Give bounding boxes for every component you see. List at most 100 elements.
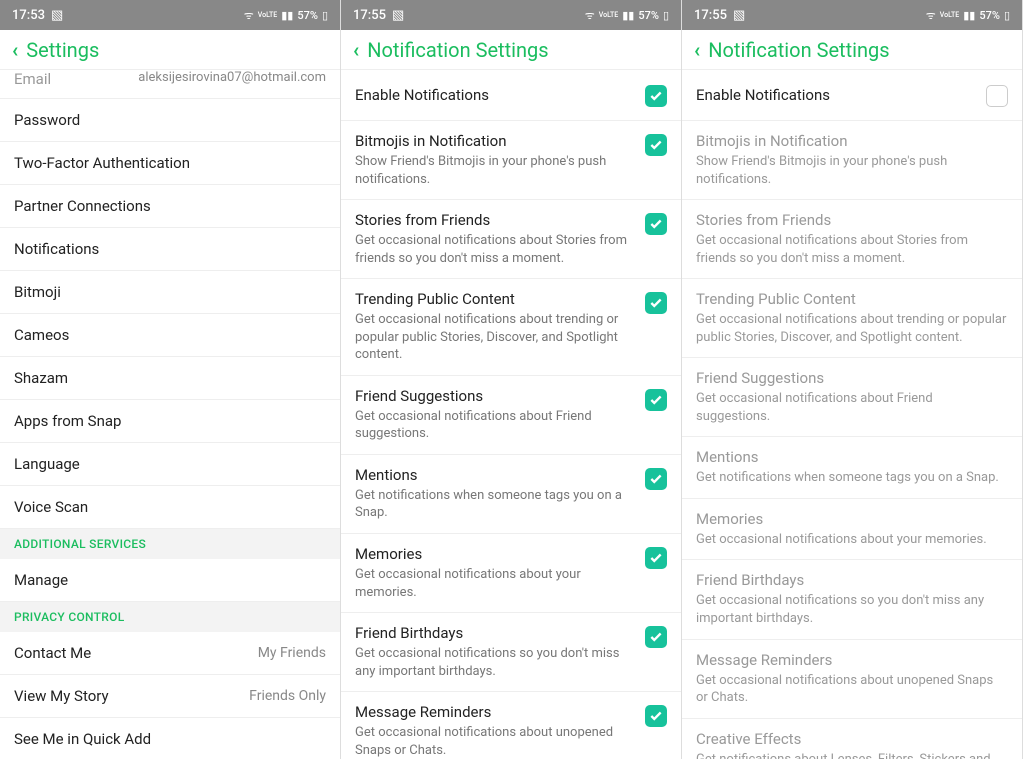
notif-subtitle: Get occasional notifications about your … (355, 566, 635, 601)
checkbox-enable[interactable] (645, 85, 667, 107)
checkbox-friend-birthdays[interactable] (645, 626, 667, 648)
row-bitmoji[interactable]: Bitmoji (0, 271, 340, 314)
notif-subtitle: Get occasional notifications about trend… (355, 311, 635, 364)
check-icon (649, 630, 663, 644)
row-memories: Memories Get occasional notifications abo… (682, 499, 1022, 561)
section-additional-services: ADDITIONAL SERVICES (0, 529, 340, 559)
row-voice-scan[interactable]: Voice Scan (0, 486, 340, 529)
back-icon[interactable]: ‹ (353, 38, 359, 62)
row-friend-birthdays: Friend Birthdays Get occasional notificat… (682, 560, 1022, 639)
checkbox-trending-public-content[interactable] (645, 292, 667, 314)
checkbox-stories-from-friends[interactable] (645, 213, 667, 235)
check-icon (649, 217, 663, 231)
title-bar: ‹ Settings (0, 30, 340, 70)
wifi-icon: ᯤ (244, 8, 254, 23)
notif-subtitle: Get occasional notifications about trend… (696, 311, 1008, 346)
notif-title: Friend Birthdays (696, 571, 1008, 589)
row-friend-suggestions[interactable]: Friend SuggestionsGet occasional notific… (341, 376, 681, 455)
row-mentions: MentionsGet notifications when someone t… (682, 437, 1022, 499)
back-icon[interactable]: ‹ (694, 38, 700, 62)
notif-subtitle: Get notifications when someone tags you … (355, 487, 635, 522)
row-contact-me[interactable]: Contact Me My Friends (0, 632, 340, 675)
checkbox-bitmojis-in-notification[interactable] (645, 134, 667, 156)
row-message-reminders[interactable]: Message RemindersGet occasional notifica… (341, 692, 681, 759)
notif-subtitle: Show Friend's Bitmojis in your phone's p… (696, 153, 1008, 188)
row-enable-notifications[interactable]: Enable Notifications (682, 70, 1022, 121)
volte-icon: VoLTE (258, 11, 277, 19)
title-bar: ‹ Notification Settings (682, 30, 1022, 70)
check-icon (649, 551, 663, 565)
check-icon (649, 393, 663, 407)
row-manage[interactable]: Manage (0, 559, 340, 602)
checkbox-enable[interactable] (986, 85, 1008, 107)
row-trending-public-content: Trending Public Content Get occasional no… (682, 279, 1022, 358)
row-language[interactable]: Language (0, 443, 340, 486)
row-enable-notifications[interactable]: Enable Notifications (341, 70, 681, 121)
settings-panel: 17:53 ▧ ᯤ VoLTE ▮▮ 57% ▯ ‹ Settings Emai… (0, 0, 341, 759)
row-partner-connections[interactable]: Partner Connections (0, 185, 340, 228)
checkbox-mentions[interactable] (645, 468, 667, 490)
check-icon (649, 89, 663, 103)
wifi-icon: ᯤ (926, 8, 936, 23)
notif-title: Friend Suggestions (696, 369, 1008, 387)
notif-title: Creative Effects (696, 730, 1008, 748)
notif-title: Memories (355, 545, 635, 563)
battery-text: 57% (638, 9, 659, 22)
checkbox-message-reminders[interactable] (645, 705, 667, 727)
check-icon (649, 296, 663, 310)
check-icon (649, 709, 663, 723)
row-message-reminders: Message RemindersGet occasional notifica… (682, 640, 1022, 719)
battery-text: 57% (297, 9, 318, 22)
battery-text: 57% (979, 9, 1000, 22)
notif-subtitle: Get occasional notifications about unope… (355, 724, 635, 759)
row-shazam[interactable]: Shazam (0, 357, 340, 400)
notif-content-enabled: Enable Notifications Bitmojis in Notific… (341, 70, 681, 759)
row-bitmojis-in-notification[interactable]: Bitmojis in NotificationShow Friend's Bi… (341, 121, 681, 200)
notif-title: Memories (696, 510, 1008, 528)
notif-title: Mentions (355, 466, 635, 484)
row-notifications[interactable]: Notifications (0, 228, 340, 271)
row-two-factor[interactable]: Two-Factor Authentication (0, 142, 340, 185)
row-cameos[interactable]: Cameos (0, 314, 340, 357)
email-value: aleksijesirovina07@hotmail.com (138, 70, 326, 88)
row-memories[interactable]: Memories Get occasional notifications abo… (341, 534, 681, 613)
notif-title: Stories from Friends (355, 211, 635, 229)
status-bar: 17:53 ▧ ᯤ VoLTE ▮▮ 57% ▯ (0, 0, 340, 30)
volte-icon: VoLTE (940, 11, 959, 19)
status-photo-icon: ▧ (51, 8, 63, 23)
settings-content: Email aleksijesirovina07@hotmail.com Pas… (0, 70, 340, 759)
notif-title: Trending Public Content (696, 290, 1008, 308)
section-privacy-control: PRIVACY CONTROL (0, 602, 340, 632)
row-view-my-story[interactable]: View My Story Friends Only (0, 675, 340, 718)
row-quick-add[interactable]: See Me in Quick Add (0, 718, 340, 759)
row-email[interactable]: Email aleksijesirovina07@hotmail.com (0, 70, 340, 99)
status-time: 17:53 (12, 8, 45, 23)
notif-subtitle: Get occasional notifications about Stori… (696, 232, 1008, 267)
notif-title: Stories from Friends (696, 211, 1008, 229)
notification-panel-enabled: 17:55 ▧ ᯤ VoLTE ▮▮ 57% ▯ ‹ Notification … (341, 0, 682, 759)
notif-title: Bitmojis in Notification (696, 132, 1008, 150)
notif-subtitle: Show Friend's Bitmojis in your phone's p… (355, 153, 635, 188)
back-icon[interactable]: ‹ (12, 38, 18, 62)
row-mentions[interactable]: Mentions Get notifications when someone t… (341, 455, 681, 534)
row-password[interactable]: Password (0, 99, 340, 142)
notif-title: Friend Birthdays (355, 624, 635, 642)
notif-subtitle: Get notifications when someone tags you … (696, 469, 1008, 487)
notif-subtitle: Get occasional notifications about Frien… (355, 408, 635, 443)
battery-icon: ▯ (663, 9, 669, 22)
row-stories-from-friends[interactable]: Stories from FriendsGet occasional notif… (341, 200, 681, 279)
row-stories-from-friends: Stories from Friends Get occasional notif… (682, 200, 1022, 279)
checkbox-friend-suggestions[interactable] (645, 389, 667, 411)
row-friend-birthdays[interactable]: Friend BirthdaysGet occasional notificat… (341, 613, 681, 692)
row-trending-public-content[interactable]: Trending Public ContentGet occasional no… (341, 279, 681, 376)
wifi-icon: ᯤ (585, 8, 595, 23)
notif-subtitle: Get occasional notifications about your … (696, 531, 1008, 549)
notif-title: Message Reminders (696, 651, 1008, 669)
notif-content-disabled: Enable Notifications Bitmojis in Notific… (682, 70, 1022, 759)
notif-subtitle: Get occasional notifications so you don'… (696, 592, 1008, 627)
checkbox-memories[interactable] (645, 547, 667, 569)
row-apps-from-snap[interactable]: Apps from Snap (0, 400, 340, 443)
row-creative-effects: Creative EffectsGet notifications about … (682, 719, 1022, 759)
battery-icon: ▯ (1004, 9, 1010, 22)
notif-subtitle: Get occasional notifications about Frien… (696, 390, 1008, 425)
